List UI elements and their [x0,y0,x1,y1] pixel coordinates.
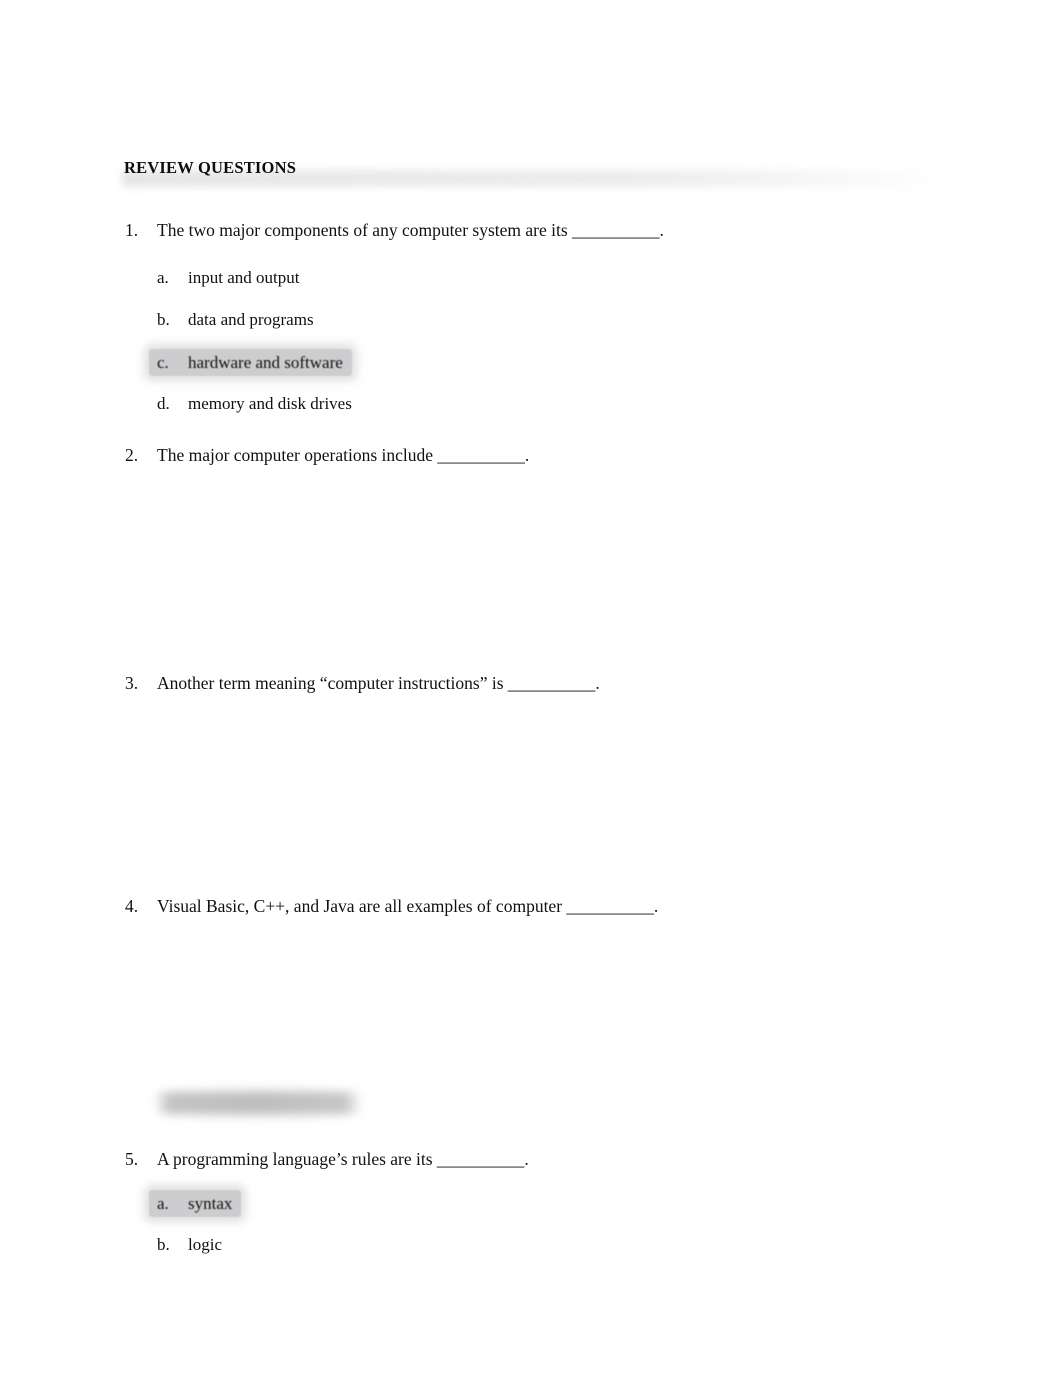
question-1-option-d[interactable]: d. memory and disk drives [157,393,352,414]
question-3: 3. Another term meaning “computer instru… [125,673,600,695]
option-text: logic [188,1235,222,1254]
question-4-answer-space [157,936,947,1076]
question-4: 4. Visual Basic, C++, and Java are all e… [125,896,658,918]
question-5-number: 5. [125,1149,139,1169]
question-1: 1. The two major components of any compu… [125,220,664,242]
option-text: memory and disk drives [188,394,352,413]
redacted-text-block [158,1092,358,1114]
question-1-text: The two major components of any computer… [157,220,664,240]
question-2: 2. The major computer operations include… [125,445,529,467]
question-4-text: Visual Basic, C++, and Java are all exam… [157,896,659,916]
question-2-text: The major computer operations include __… [157,445,530,465]
option-text: hardware and software [188,353,343,372]
option-text: data and programs [188,310,314,329]
question-1-number: 1. [125,220,139,240]
option-letter: a. [157,1194,169,1213]
question-5-option-b[interactable]: b. logic [157,1234,222,1255]
option-text: syntax [188,1194,233,1213]
question-1-option-c[interactable]: c. hardware and software [149,349,352,377]
option-letter: d. [157,394,170,413]
page-title: REVIEW QUESTIONS [124,158,297,177]
question-5-option-a[interactable]: a. syntax [149,1190,242,1218]
option-letter: a. [157,268,169,287]
document-page: REVIEW QUESTIONS 1. The two major compon… [0,0,1062,1377]
question-3-text: Another term meaning “computer instructi… [157,673,600,693]
option-letter: b. [157,1235,170,1254]
question-2-answer-space [157,485,947,665]
review-questions-header: REVIEW QUESTIONS [0,158,1062,198]
option-text: input and output [188,268,300,287]
question-3-number: 3. [125,673,139,693]
option-letter: b. [157,310,170,329]
question-1-option-b[interactable]: b. data and programs [157,309,314,330]
question-5-text: A programming language’s rules are its _… [157,1149,529,1169]
question-4-number: 4. [125,896,139,916]
question-1-option-a[interactable]: a. input and output [157,267,299,288]
question-3-answer-space [157,713,947,883]
option-letter: c. [157,353,169,372]
question-2-number: 2. [125,445,139,465]
question-5: 5. A programming language’s rules are it… [125,1149,529,1171]
